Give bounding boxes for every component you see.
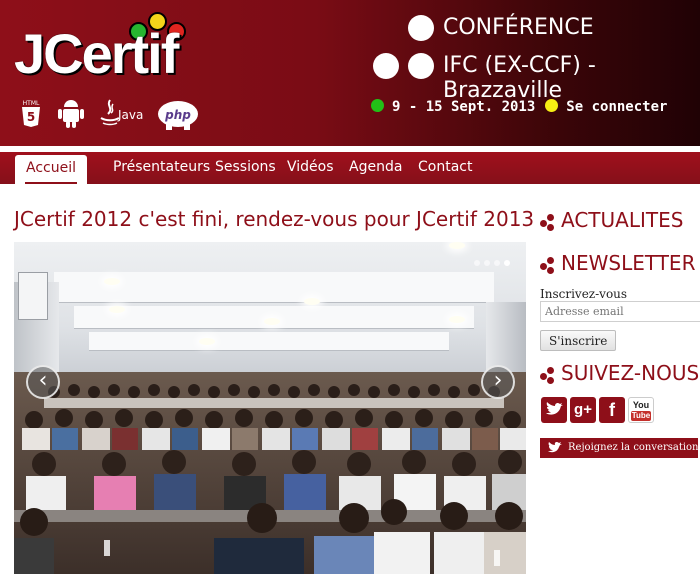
pager-dot[interactable] bbox=[484, 260, 490, 266]
facebook-icon[interactable]: f bbox=[599, 397, 625, 423]
php-label: php bbox=[164, 108, 191, 122]
nav-item-presentateurs[interactable]: Présentateurs bbox=[113, 152, 210, 184]
twitter-bird-icon bbox=[548, 442, 562, 453]
ceiling-lamp bbox=[304, 298, 320, 305]
white-dot-icon bbox=[408, 15, 434, 41]
image-slider[interactable]: ‹ › bbox=[14, 242, 526, 574]
active-underline bbox=[25, 182, 77, 184]
newsletter-heading: NEWSLETTER bbox=[540, 251, 695, 275]
email-field[interactable] bbox=[540, 301, 700, 322]
pager-dot-active[interactable] bbox=[504, 260, 510, 266]
nav-label: Accueil bbox=[26, 160, 76, 176]
main-navigation: Accueil Présentateurs Sessions Vidéos Ag… bbox=[0, 152, 700, 184]
date-login-line: 9 - 15 Sept. 2013 Se connecter bbox=[371, 99, 667, 115]
twitter-icon[interactable] bbox=[541, 397, 567, 423]
subscribe-button[interactable]: S'inscrire bbox=[540, 330, 617, 351]
php-icon: php bbox=[156, 98, 200, 132]
newsletter-heading-label: NEWSLETTER bbox=[561, 251, 696, 275]
nav-item-videos[interactable]: Vidéos bbox=[287, 152, 334, 184]
pager-dot[interactable] bbox=[474, 260, 480, 266]
air-conditioner bbox=[18, 272, 48, 320]
slide-photo-audience bbox=[14, 372, 526, 574]
bullet-dots-icon bbox=[540, 367, 560, 384]
page-title: JCertif 2012 c'est fini, rendez-vous pou… bbox=[14, 207, 535, 231]
ceiling-lamp bbox=[104, 278, 120, 285]
site-header: JCertif HTML 5 Java php CONFÉRENCE IFC (… bbox=[0, 0, 700, 146]
html5-number: 5 bbox=[27, 110, 35, 124]
bullet-dots-icon bbox=[540, 257, 560, 274]
ceiling-lamp bbox=[449, 242, 465, 249]
conference-title: CONFÉRENCE bbox=[443, 15, 594, 40]
news-heading-label: ACTUALITES bbox=[561, 208, 684, 232]
html5-label: HTML bbox=[23, 100, 40, 107]
ceiling-lamp bbox=[264, 318, 280, 325]
ceiling-beam bbox=[54, 272, 494, 303]
follow-heading-label: SUIVEZ-NOUS bbox=[561, 361, 700, 385]
ceiling-lamp bbox=[199, 338, 215, 345]
slider-next-button[interactable]: › bbox=[481, 365, 515, 399]
bullet-dots-icon bbox=[540, 214, 560, 231]
android-icon bbox=[58, 98, 84, 132]
slider-pager bbox=[474, 253, 514, 271]
white-dot-icon bbox=[373, 53, 399, 79]
conference-location: IFC (EX-CCF) - Brazzaville bbox=[443, 53, 596, 103]
youtube-label-bottom: Tube bbox=[631, 411, 651, 421]
twitter-conversation-label: Rejoignez la conversation bbox=[568, 442, 699, 453]
ceiling-lamp bbox=[109, 306, 125, 313]
nav-item-sessions[interactable]: Sessions bbox=[215, 152, 276, 184]
ceiling-lamp bbox=[449, 316, 465, 323]
google-plus-icon[interactable]: g+ bbox=[570, 397, 596, 423]
twitter-conversation-button[interactable]: Rejoignez la conversation bbox=[540, 438, 699, 458]
logo-text: JCertif bbox=[14, 22, 179, 85]
follow-heading: SUIVEZ-NOUS bbox=[540, 361, 699, 385]
conference-dates: 9 - 15 Sept. 2013 bbox=[392, 99, 536, 115]
java-label: Java bbox=[118, 108, 144, 122]
google-plus-label: g+ bbox=[574, 401, 592, 418]
jcertif-logo[interactable]: JCertif bbox=[14, 12, 204, 88]
facebook-label: f bbox=[609, 400, 615, 420]
slider-prev-button[interactable]: ‹ bbox=[26, 365, 60, 399]
green-dot-icon bbox=[371, 99, 384, 112]
yellow-dot-icon bbox=[545, 99, 559, 112]
youtube-label-top: You bbox=[632, 400, 650, 410]
login-link[interactable]: Se connecter bbox=[566, 99, 667, 115]
nav-item-agenda[interactable]: Agenda bbox=[349, 152, 402, 184]
html5-icon: HTML 5 bbox=[20, 98, 42, 132]
nav-item-contact[interactable]: Contact bbox=[418, 152, 472, 184]
nav-item-accueil[interactable]: Accueil bbox=[15, 155, 87, 184]
news-heading[interactable]: ACTUALITES bbox=[540, 208, 683, 232]
white-dot-icon bbox=[408, 53, 434, 79]
pager-dot[interactable] bbox=[494, 260, 500, 266]
subscribe-label: Inscrivez-vous bbox=[540, 287, 628, 301]
youtube-icon[interactable]: You Tube bbox=[628, 397, 654, 423]
ceiling-beam bbox=[89, 332, 449, 351]
